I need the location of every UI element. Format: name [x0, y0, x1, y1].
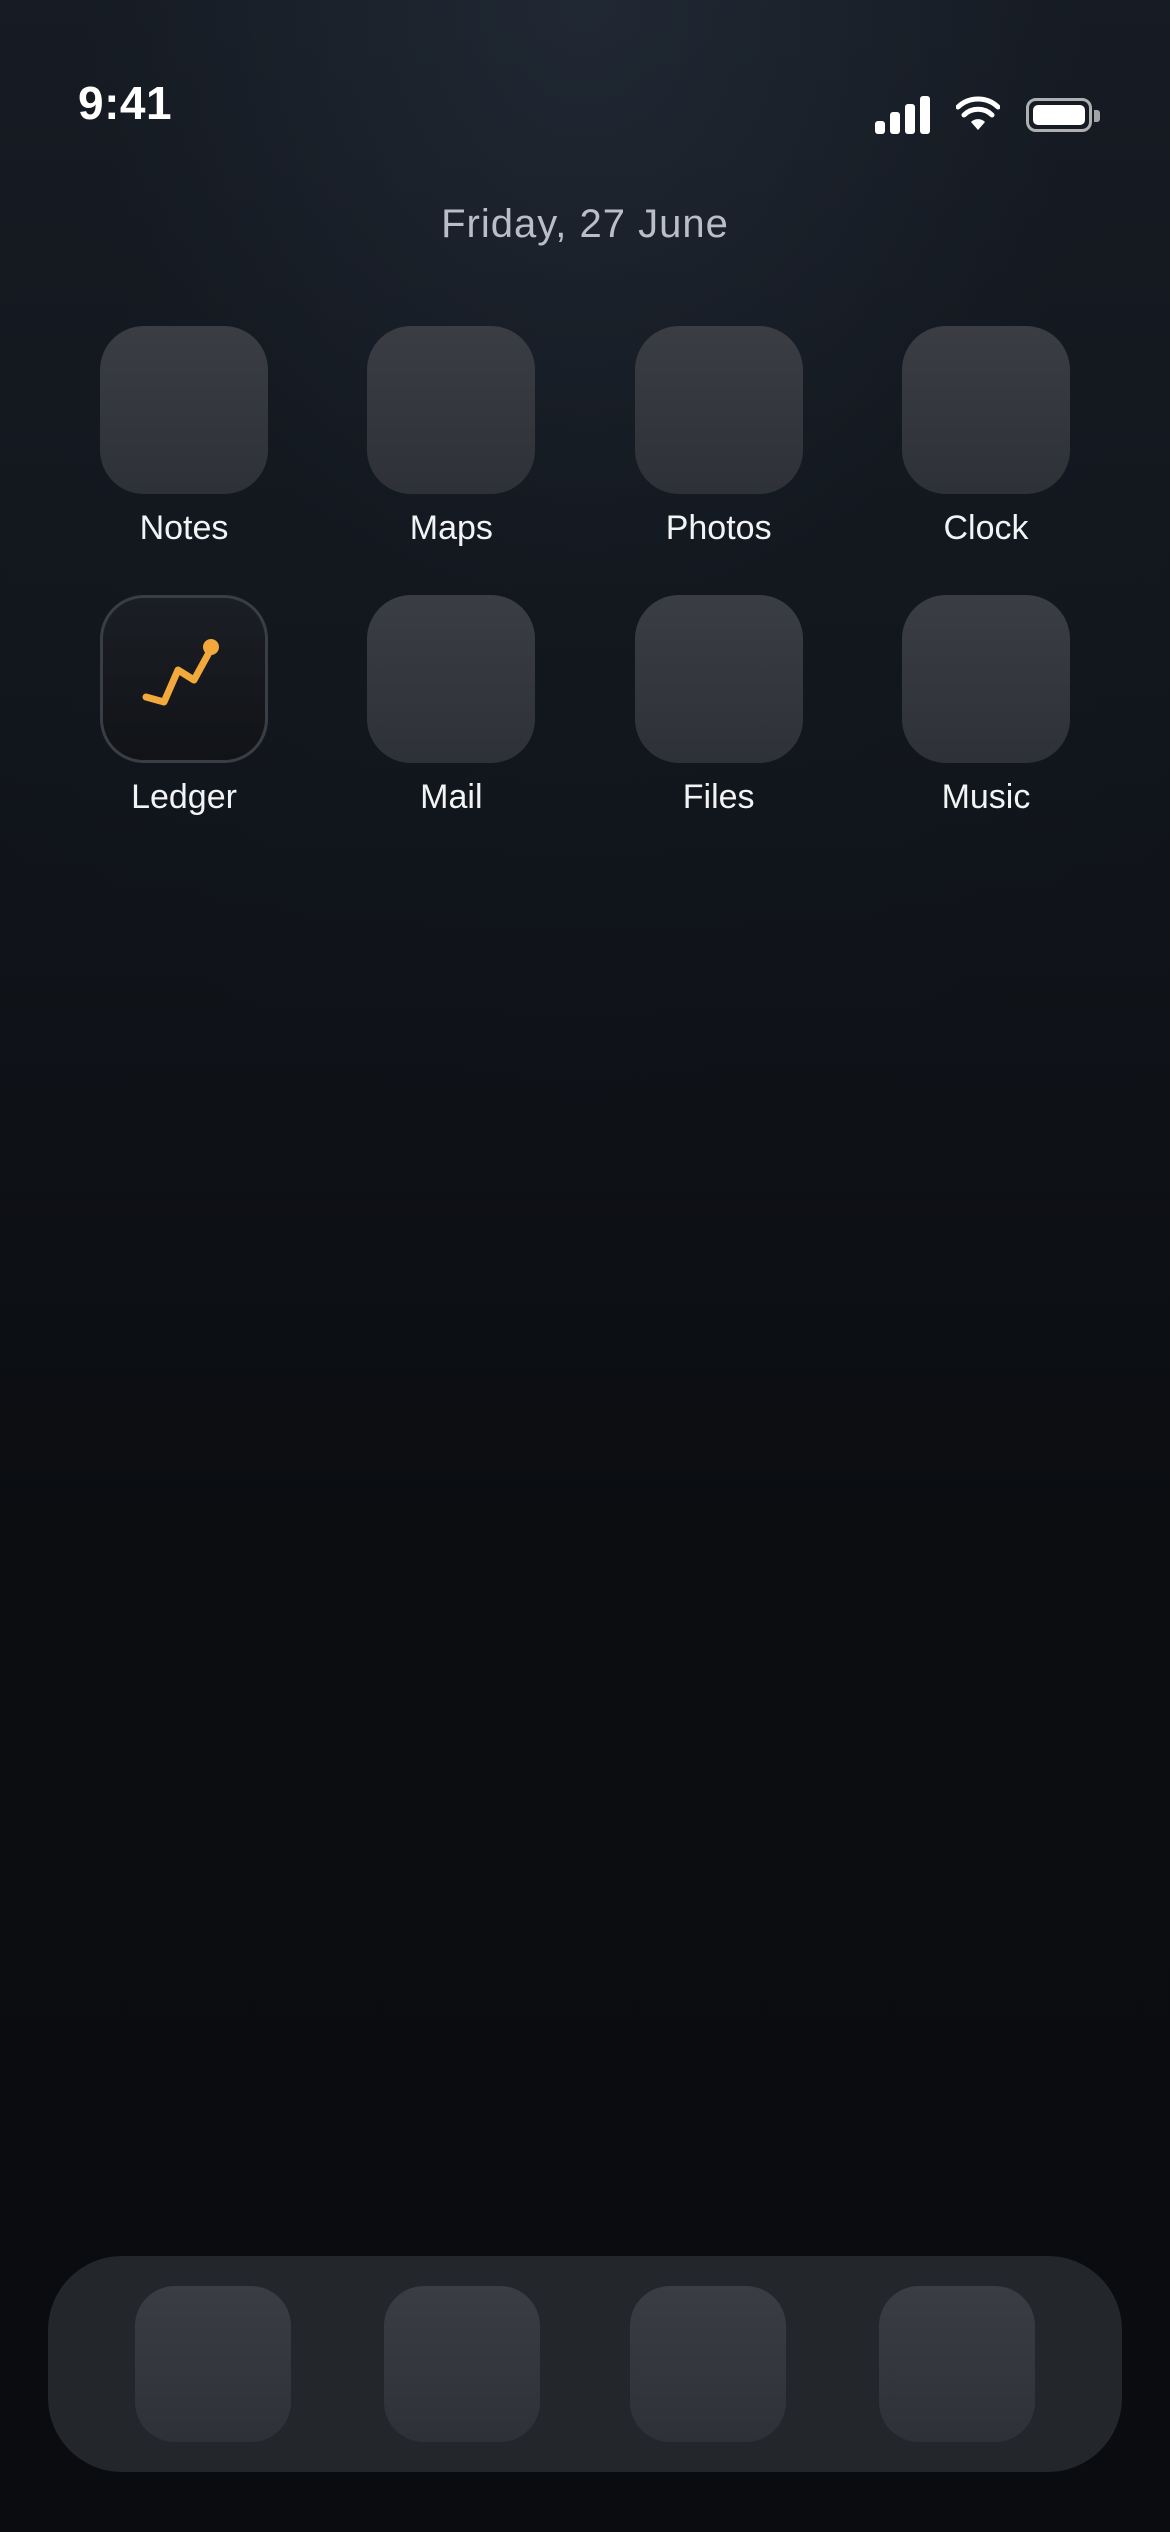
app-music[interactable]: Music — [854, 595, 1118, 817]
clock-app-icon[interactable] — [901, 326, 1070, 494]
photos-app-icon[interactable] — [634, 326, 803, 494]
notes-app-icon[interactable] — [100, 326, 268, 494]
app-mail[interactable]: Mail — [319, 595, 583, 817]
mail-app-icon[interactable] — [367, 595, 536, 763]
line-chart-icon — [142, 639, 219, 706]
app-label: Mail — [420, 778, 483, 816]
app-label: Ledger — [131, 778, 237, 816]
ledger-app-icon[interactable] — [100, 595, 268, 763]
app-label: Clock — [943, 509, 1029, 547]
status-icons — [875, 94, 1100, 134]
status-time: 9:41 — [78, 77, 173, 129]
app-notes[interactable]: Notes — [52, 326, 316, 548]
cellular-signal-icon — [875, 96, 930, 134]
app-label: Files — [682, 778, 755, 816]
app-label: Maps — [409, 509, 493, 547]
dock-app-icon-3[interactable] — [630, 2286, 786, 2442]
dock — [48, 2256, 1122, 2472]
dock-app-icon-4[interactable] — [879, 2286, 1035, 2442]
app-maps[interactable]: Maps — [319, 326, 583, 548]
app-files[interactable]: Files — [587, 595, 851, 817]
app-label: Music — [941, 778, 1031, 816]
wifi-icon — [956, 96, 1000, 130]
dock-app-icon-1[interactable] — [135, 2286, 291, 2442]
music-app-icon[interactable] — [901, 595, 1070, 763]
app-clock[interactable]: Clock — [854, 326, 1118, 548]
app-grid: Notes Maps Photos Clock Ledger Mail File… — [52, 326, 1118, 817]
app-ledger[interactable]: Ledger — [52, 595, 316, 817]
app-photos[interactable]: Photos — [587, 326, 851, 548]
dock-app-icon-2[interactable] — [384, 2286, 540, 2442]
files-app-icon[interactable] — [634, 595, 803, 763]
maps-app-icon[interactable] — [367, 326, 536, 494]
app-label: Notes — [139, 509, 229, 547]
app-label: Photos — [665, 509, 772, 547]
date-label: Friday, 27 June — [441, 202, 729, 246]
battery-icon — [1026, 98, 1100, 132]
